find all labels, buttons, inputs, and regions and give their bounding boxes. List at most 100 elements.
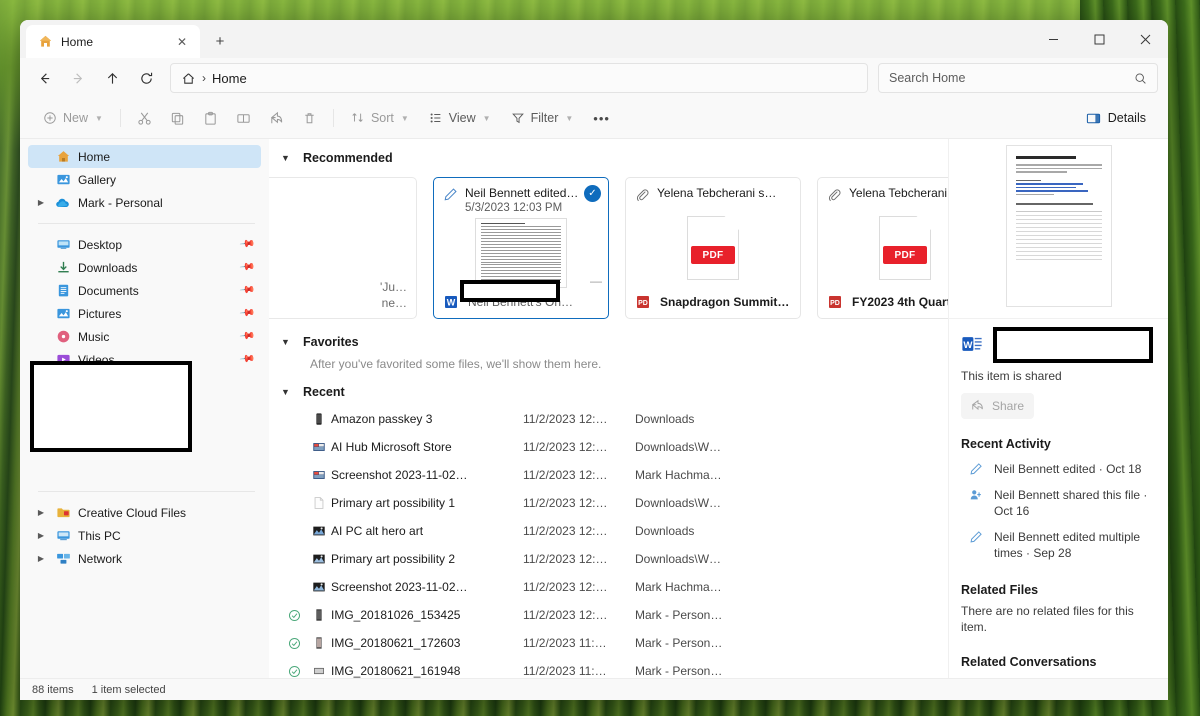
pin-icon[interactable]: 📌 xyxy=(238,236,255,252)
chevron-right-icon[interactable]: ▶ xyxy=(34,198,48,207)
new-tab-button[interactable]: + xyxy=(206,27,234,55)
breadcrumb[interactable]: › Home xyxy=(170,63,868,93)
recommended-card-partial[interactable]: ••• 'Ju… ne… xyxy=(269,177,417,319)
recommended-card-fy2023[interactable]: Yelena Tebcherani s… PDF PD FY2023 4 xyxy=(817,177,948,319)
sidebar-item-this-pc[interactable]: ▶ This PC xyxy=(28,524,261,547)
chevron-down-icon[interactable]: ▼ xyxy=(281,387,293,397)
chevron-right-icon[interactable]: ▶ xyxy=(34,554,48,563)
chevron-down-icon[interactable]: ▼ xyxy=(281,337,293,347)
sidebar-item-music[interactable]: ▶ Music 📌 xyxy=(28,325,261,348)
list-item[interactable]: Screenshot 2023-11-02… 11/2/2023 12:… Ma… xyxy=(269,461,948,489)
chevron-down-icon[interactable]: ▼ xyxy=(565,114,573,123)
details-toggle-button[interactable]: Details xyxy=(1076,103,1156,133)
preview-table xyxy=(1016,211,1102,260)
sidebar-item-pictures[interactable]: ▶ Pictures 📌 xyxy=(28,302,261,325)
recommended-card-snapdragon[interactable]: Yelena Tebcherani s… PDF PD Snapdrag xyxy=(625,177,801,319)
card-overflow-icon[interactable]: — xyxy=(590,274,602,288)
pin-icon[interactable]: 📌 xyxy=(238,328,255,344)
share-button[interactable]: Share xyxy=(961,393,1034,419)
new-button[interactable]: New ▼ xyxy=(34,103,112,133)
view-button[interactable]: View ▼ xyxy=(420,103,500,133)
sort-button[interactable]: Sort ▼ xyxy=(342,103,418,133)
filter-button[interactable]: Filter ▼ xyxy=(502,103,583,133)
more-options-label: ••• xyxy=(593,111,610,126)
pin-icon[interactable]: 📌 xyxy=(238,351,255,367)
forward-arrow-icon[interactable] xyxy=(62,63,94,93)
card-header: Yelena Tebcherani s… xyxy=(827,186,948,202)
chevron-right-icon[interactable]: ▶ xyxy=(34,508,48,517)
selection-checkmark-icon[interactable]: ✓ xyxy=(584,185,601,202)
rename-button[interactable] xyxy=(228,103,259,133)
filter-label: Filter xyxy=(531,111,559,125)
chevron-down-icon[interactable]: ▼ xyxy=(483,114,491,123)
sidebar-item-label: Desktop xyxy=(78,238,122,252)
redaction-box-sidebar xyxy=(30,361,192,452)
sidebar-item-home[interactable]: ▶ Home xyxy=(28,145,261,168)
maximize-icon[interactable] xyxy=(1076,20,1122,58)
card-activity-text: Yelena Tebcherani s… xyxy=(657,186,791,200)
list-item[interactable]: Primary art possibility 1 11/2/2023 12:…… xyxy=(269,489,948,517)
sidebar-item-gallery[interactable]: ▶ Gallery xyxy=(28,168,261,191)
close-icon[interactable]: ✕ xyxy=(172,32,192,52)
search-input[interactable] xyxy=(889,71,1119,85)
pin-icon[interactable]: 📌 xyxy=(238,305,255,321)
cut-button[interactable] xyxy=(129,103,160,133)
breadcrumb-separator: › xyxy=(202,71,206,85)
tab-home[interactable]: Home ✕ xyxy=(26,25,200,58)
list-item[interactable]: IMG_20180621_161948 11/2/2023 11:… Mark … xyxy=(269,657,948,678)
file-date: 11/2/2023 12:… xyxy=(523,524,635,538)
list-item[interactable]: Primary art possibility 2 11/2/2023 12:…… xyxy=(269,545,948,573)
details-file-row: W xyxy=(949,319,1168,359)
creative-cloud-icon xyxy=(55,505,71,521)
redaction-box-details-filename xyxy=(993,327,1153,363)
paste-button[interactable] xyxy=(195,103,226,133)
list-item[interactable]: Amazon passkey 3 11/2/2023 12:… Download… xyxy=(269,405,948,433)
list-item[interactable]: AI PC alt hero art 11/2/2023 12:… Downlo… xyxy=(269,517,948,545)
new-button-label: New xyxy=(63,111,88,125)
favorites-section-header[interactable]: ▼ Favorites xyxy=(269,325,948,353)
more-options-button[interactable]: ••• xyxy=(584,103,619,133)
breadcrumb-home-icon[interactable] xyxy=(181,71,196,86)
svg-text:PD: PD xyxy=(830,300,840,307)
chevron-down-icon[interactable]: ▼ xyxy=(281,153,293,163)
search-icon[interactable] xyxy=(1134,72,1147,85)
copy-button[interactable] xyxy=(162,103,193,133)
list-item[interactable]: Screenshot 2023-11-02… 11/2/2023 12:… Ma… xyxy=(269,573,948,601)
close-window-icon[interactable] xyxy=(1122,20,1168,58)
share-icon xyxy=(971,399,985,413)
recommended-card-neil-bennett[interactable]: Neil Bennett edited… 5/3/2023 12:03 PM ✓ xyxy=(433,177,609,319)
pin-icon[interactable]: 📌 xyxy=(238,259,255,275)
sidebar-item-desktop[interactable]: ▶ Desktop 📌 xyxy=(28,233,261,256)
list-item[interactable]: IMG_20180621_172603 11/2/2023 11:… Mark … xyxy=(269,629,948,657)
photo-icon xyxy=(307,608,331,622)
sidebar-item-mark-personal[interactable]: ▶ Mark - Personal xyxy=(28,191,261,214)
paperclip-icon xyxy=(827,186,843,202)
back-arrow-icon[interactable] xyxy=(28,63,60,93)
art-image-icon xyxy=(307,580,331,594)
sidebar-item-network[interactable]: ▶ Network xyxy=(28,547,261,570)
card-filename: Snapdragon Summit… xyxy=(660,295,789,309)
refresh-icon[interactable] xyxy=(130,63,162,93)
search-box[interactable] xyxy=(878,63,1158,93)
list-item[interactable]: AI Hub Microsoft Store 11/2/2023 12:… Do… xyxy=(269,433,948,461)
chevron-right-icon[interactable]: ▶ xyxy=(34,531,48,540)
file-location: Mark - Person… xyxy=(635,664,722,678)
sidebar-item-creative-cloud-files[interactable]: ▶ Creative Cloud Files xyxy=(28,501,261,524)
pictures-icon xyxy=(55,306,71,322)
card-header: Neil Bennett edited… 5/3/2023 12:03 PM xyxy=(443,186,599,214)
delete-button[interactable] xyxy=(294,103,325,133)
sidebar-item-downloads[interactable]: ▶ Downloads 📌 xyxy=(28,256,261,279)
list-item[interactable]: IMG_20181026_153425 11/2/2023 12:… Mark … xyxy=(269,601,948,629)
pdf-thumbnail: PDF xyxy=(687,216,739,280)
pin-icon[interactable]: 📌 xyxy=(238,282,255,298)
share-button[interactable] xyxy=(261,103,292,133)
up-arrow-icon[interactable] xyxy=(96,63,128,93)
sidebar-item-documents[interactable]: ▶ Documents 📌 xyxy=(28,279,261,302)
recent-section-header[interactable]: ▼ Recent xyxy=(269,371,948,403)
chevron-down-icon[interactable]: ▼ xyxy=(95,114,103,123)
file-location: Mark - Person… xyxy=(635,636,722,650)
recommended-section-header[interactable]: ▼ Recommended xyxy=(269,139,948,169)
breadcrumb-current[interactable]: Home xyxy=(212,71,247,86)
minimize-icon[interactable] xyxy=(1030,20,1076,58)
chevron-down-icon[interactable]: ▼ xyxy=(401,114,409,123)
